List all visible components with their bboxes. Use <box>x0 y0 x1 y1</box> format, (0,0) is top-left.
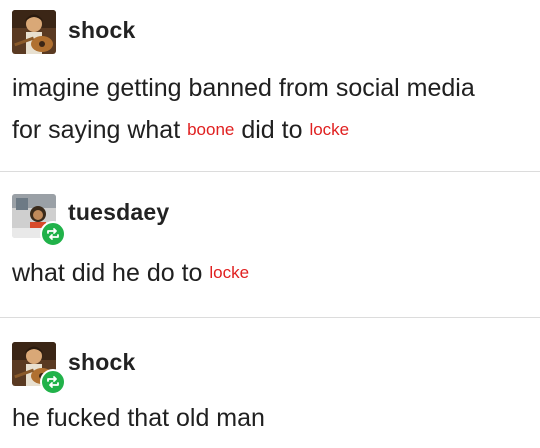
text-segment: did to <box>234 116 310 144</box>
text-segment: what did he do to <box>12 259 210 287</box>
reblog-badge <box>40 369 66 395</box>
reblog-icon <box>47 228 59 240</box>
divider <box>0 171 540 172</box>
avatar-shock-icon <box>12 10 56 54</box>
avatar[interactable] <box>12 10 56 54</box>
text-segment: he fucked that old man <box>12 404 265 432</box>
reblog-badge <box>40 221 66 247</box>
avatar[interactable] <box>12 342 66 395</box>
username[interactable]: shock <box>68 349 135 376</box>
post-text-line: for saying what boone did to locke <box>12 110 349 150</box>
red-annotation: locke <box>309 120 350 139</box>
reblog-icon <box>47 376 59 388</box>
text-segment: imagine getting banned from social media <box>12 74 475 102</box>
red-annotation: boone <box>187 120 235 139</box>
avatar[interactable] <box>12 194 66 247</box>
post-text-line: he fucked that old man <box>12 398 265 438</box>
username[interactable]: shock <box>68 17 135 44</box>
username[interactable]: tuesdaey <box>68 199 169 226</box>
post-text-line: imagine getting banned from social media <box>12 68 475 108</box>
divider <box>0 317 540 318</box>
red-annotation: locke <box>209 263 250 282</box>
text-segment: for saying what <box>12 116 188 144</box>
post-text-line: what did he do to locke <box>12 253 249 293</box>
